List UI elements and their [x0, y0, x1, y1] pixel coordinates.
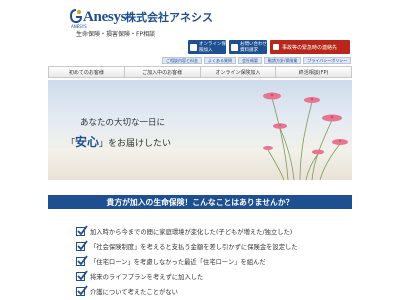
question-banner: 貴方が加入の生命保険！こんなことはありませんか？ [48, 195, 352, 209]
checklist-text: 将来のライフプランを考えずに加入した [90, 273, 204, 281]
checkbox-icon [76, 254, 88, 266]
checklist-text: 「住宅ローン」を考慮しなかった最近「住宅ローン」を組んだ [90, 258, 266, 266]
site-header: Anesys ANESYS 株式会社アネシス 生命保険・損害保険・FP相談 オン… [0, 0, 400, 64]
company-logo[interactable]: Anesys ANESYS [70, 8, 127, 29]
gnav-item-end-of-life[interactable]: 終活相談(FP) [276, 67, 351, 77]
subnav-item-faq[interactable]: よくある質問 [204, 57, 236, 64]
logo-text: Anesys [83, 9, 127, 25]
gnav-item-current-customer[interactable]: ご加入中のお客様 [125, 67, 201, 77]
checklist-text: 「社会保険制度」を考えると支払う金額を差し引かずに保険金を設定した [90, 243, 298, 251]
emergency-contact-label: 事故等の緊急時の連絡先 [282, 44, 338, 51]
phone-icon [273, 44, 279, 50]
list-item: 「社会保険制度」を考えると支払う金額を差し引かずに保険金を設定した [76, 239, 298, 251]
list-item: 「住宅ローン」を考慮しなかった最近「住宅ローン」を組んだ [76, 254, 266, 266]
emergency-contact-button[interactable]: 事故等の緊急時の連絡先 [270, 40, 350, 54]
subnav-item-consultation[interactable]: ご相談内容と料金 [162, 57, 202, 64]
hero-line2: 「安心」をお届けしたい [66, 133, 171, 150]
checkbox-icon [76, 239, 88, 251]
hero-line2-suffix: をお届けしたい [108, 139, 172, 149]
gnav-item-online-enroll[interactable]: オンライン保険加入 [201, 67, 277, 77]
list-item: 将来のライフプランを考えずに加入した [76, 269, 204, 281]
mail-icon [231, 43, 238, 51]
list-item: 介護について考えたことがない [76, 284, 178, 296]
company-name: 株式会社アネシス [125, 11, 213, 24]
checklist-text: 加入時から今までの間に家庭環境が変化した(子どもが増えた/独立した) [90, 228, 293, 236]
checkbox-icon [76, 269, 88, 281]
subnav-item-privacy[interactable]: プライバシーポリシー [303, 57, 352, 64]
hero-bracket-open: 「 [66, 139, 76, 149]
global-navigation: 初めてのお客様 ご加入中のお客様 オンライン保険加入 終活相談(FP) [48, 66, 352, 78]
checkbox-icon [76, 284, 88, 296]
flower-image [263, 92, 348, 180]
logo-mark-icon [70, 9, 82, 23]
hero-banner: あなたの大切な一日に 「安心」をお届けしたい [48, 80, 352, 180]
sub-navigation: ご相談内容と料金 よくある質問 会社概要 勧誘方針/保険業 プライバシーポリシー [162, 57, 352, 64]
contact-request-label: お問い合わせ 資料請求 [240, 42, 267, 53]
checklist-text: 介護について考えたことがない [90, 288, 178, 296]
hero-line1: あなたの大切な一日に [80, 118, 166, 128]
list-item: 加入時から今までの間に家庭環境が変化した(子どもが増えた/独立した) [76, 224, 293, 236]
computer-icon [190, 43, 197, 51]
hero-keyword: 安心 [75, 135, 100, 149]
subnav-item-company[interactable]: 会社概要 [238, 57, 262, 64]
subnav-item-policy[interactable]: 勧誘方針/保険業 [264, 57, 302, 64]
checkbox-icon [76, 224, 88, 236]
hero-bracket-close: 」 [99, 139, 109, 149]
gnav-item-first-time[interactable]: 初めてのお客様 [49, 67, 125, 77]
tagline: 生命保険・損害保険・FP相談 [76, 31, 156, 38]
contact-request-button[interactable]: お問い合わせ 資料請求 [229, 40, 267, 54]
online-insurance-label: オンライン保険加入 [199, 42, 226, 53]
online-insurance-button[interactable]: オンライン保険加入 [188, 40, 226, 54]
